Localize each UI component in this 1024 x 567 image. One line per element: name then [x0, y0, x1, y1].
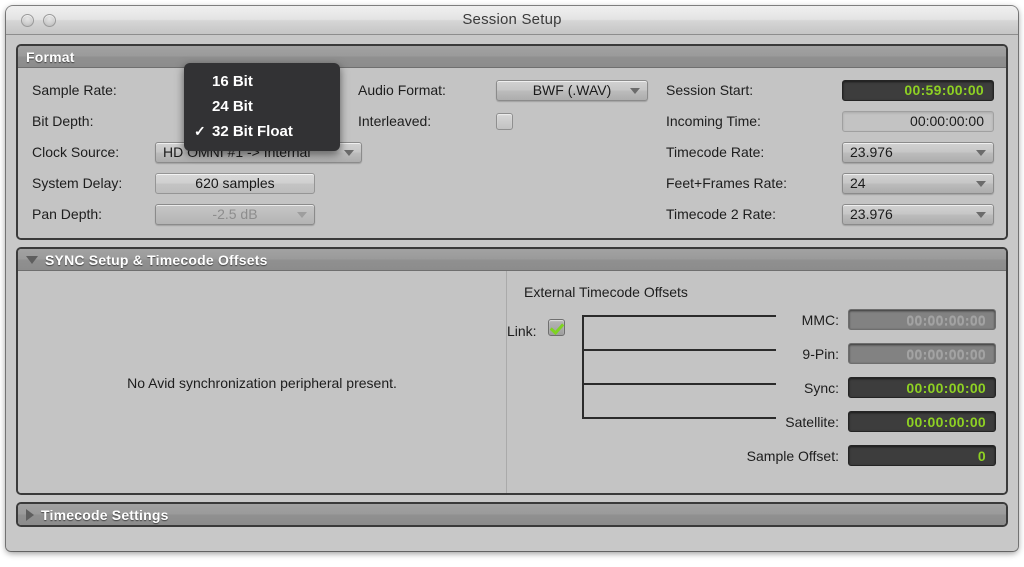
- pan-depth-label: Pan Depth:: [32, 206, 103, 222]
- timecode-rate-value: 23.976: [850, 144, 893, 160]
- menu-label-16-bit: 16 Bit: [212, 73, 253, 90]
- timecode-rate-row: Timecode Rate: 23.976: [666, 141, 1004, 163]
- pan-depth-row: Pan Depth: -2.5 dB: [32, 203, 362, 225]
- clock-source-label: Clock Source:: [32, 144, 120, 160]
- window-body: Format Sample Rate: Bit Depth: Clock Sou…: [6, 35, 1018, 551]
- system-delay-field[interactable]: 620 samples: [155, 172, 315, 194]
- feet-frames-rate-row: Feet+Frames Rate: 24: [666, 172, 1004, 194]
- timecode-settings-panel: Timecode Settings: [16, 502, 1008, 527]
- format-column-middle: Audio Format: BWF (.WAV) Interleaved:: [358, 79, 668, 141]
- audio-format-value: BWF (.WAV): [532, 82, 612, 98]
- satellite-value: 00:00:00:00: [906, 413, 986, 430]
- sync-status-message: No Avid synchronization peripheral prese…: [127, 375, 397, 391]
- chevron-down-icon: [297, 212, 307, 218]
- mmc-value: 00:00:00:00: [906, 311, 986, 328]
- interleaved-checkbox[interactable]: [496, 112, 513, 130]
- timecode-rate-popup[interactable]: 23.976: [842, 141, 994, 163]
- sync-value: 00:00:00:00: [906, 379, 986, 396]
- window-title: Session Setup: [462, 11, 562, 28]
- format-column-right: Session Start: 00:59:00:00 Incoming Time…: [666, 79, 1004, 234]
- system-delay-label: System Delay:: [32, 175, 123, 191]
- mmc-field: 00:00:00:00: [848, 309, 996, 330]
- triangle-down-icon[interactable]: [26, 255, 38, 264]
- satellite-label: Satellite:: [785, 413, 839, 430]
- mmc-label: MMC:: [801, 311, 839, 328]
- chevron-down-icon: [976, 181, 986, 187]
- chevron-down-icon: [976, 212, 986, 218]
- interleaved-label: Interleaved:: [358, 113, 432, 129]
- timecode2-rate-label: Timecode 2 Rate:: [666, 206, 776, 222]
- sync-panel-content: No Avid synchronization peripheral prese…: [18, 271, 1006, 493]
- satellite-field[interactable]: 00:00:00:00: [848, 411, 996, 432]
- system-delay-row: System Delay: 620 samples: [32, 172, 362, 194]
- session-start-label: Session Start:: [666, 82, 754, 98]
- timecode2-rate-row: Timecode 2 Rate: 23.976: [666, 203, 1004, 225]
- sample-offset-value: 0: [977, 447, 986, 464]
- format-panel-content: Sample Rate: Bit Depth: Clock Source: HD…: [18, 68, 1006, 238]
- timecode2-rate-value: 23.976: [850, 206, 893, 222]
- sync-label: Sync:: [803, 379, 839, 396]
- offset-row-sync: Sync: 00:00:00:00: [507, 377, 996, 398]
- incoming-time-value: 00:00:00:00: [910, 113, 984, 129]
- menu-label-32-bit-float: 32 Bit Float: [212, 123, 293, 140]
- chevron-down-icon: [344, 150, 354, 156]
- incoming-time-field: 00:00:00:00: [842, 110, 994, 132]
- sync-peripheral-area: No Avid synchronization peripheral prese…: [18, 271, 507, 493]
- 9pin-label: 9-Pin:: [802, 345, 839, 362]
- checkmark-icon: ✓: [194, 123, 206, 139]
- timecode2-rate-popup[interactable]: 23.976: [842, 203, 994, 225]
- sample-offset-label: Sample Offset:: [746, 447, 839, 464]
- timecode-rate-label: Timecode Rate:: [666, 144, 765, 160]
- chevron-down-icon: [976, 150, 986, 156]
- external-timecode-offsets-area: External Timecode Offsets Link: MMC: 00:…: [507, 271, 1006, 493]
- menu-item-32-bit-float[interactable]: ✓ 32 Bit Float: [184, 119, 340, 144]
- feet-frames-rate-popup[interactable]: 24: [842, 172, 994, 194]
- sync-panel-title: SYNC Setup & Timecode Offsets: [45, 251, 268, 268]
- interleaved-row: Interleaved:: [358, 110, 668, 132]
- sync-field[interactable]: 00:00:00:00: [848, 377, 996, 398]
- bit-depth-label: Bit Depth:: [32, 113, 94, 129]
- pan-depth-value: -2.5 dB: [212, 206, 258, 222]
- format-panel-header[interactable]: Format: [18, 46, 1006, 68]
- external-offsets-title: External Timecode Offsets: [524, 284, 688, 300]
- triangle-right-icon[interactable]: [26, 508, 34, 521]
- window-titlebar[interactable]: Session Setup: [6, 6, 1018, 35]
- audio-format-popup[interactable]: BWF (.WAV): [496, 79, 648, 101]
- format-panel: Format Sample Rate: Bit Depth: Clock Sou…: [16, 44, 1008, 240]
- audio-format-label: Audio Format:: [358, 82, 446, 98]
- feet-frames-rate-label: Feet+Frames Rate:: [666, 175, 787, 191]
- offsets-list: MMC: 00:00:00:00 9-Pin: 00:00:00:00 Sync…: [507, 309, 996, 479]
- offset-row-mmc: MMC: 00:00:00:00: [507, 309, 996, 330]
- audio-format-row: Audio Format: BWF (.WAV): [358, 79, 668, 101]
- 9pin-value: 00:00:00:00: [906, 345, 986, 362]
- 9pin-field: 00:00:00:00: [848, 343, 996, 364]
- menu-item-24-bit[interactable]: 24 Bit: [184, 94, 340, 119]
- sample-rate-label: Sample Rate:: [32, 82, 117, 98]
- offset-row-satellite: Satellite: 00:00:00:00: [507, 411, 996, 432]
- offset-row-sample-offset: Sample Offset: 0: [507, 445, 996, 466]
- sync-setup-panel: SYNC Setup & Timecode Offsets No Avid sy…: [16, 247, 1008, 495]
- system-delay-value: 620 samples: [195, 175, 275, 191]
- menu-label-24-bit: 24 Bit: [212, 98, 253, 115]
- pan-depth-popup[interactable]: -2.5 dB: [155, 203, 315, 225]
- menu-item-16-bit[interactable]: 16 Bit: [184, 69, 340, 94]
- session-start-value: 00:59:00:00: [904, 82, 984, 98]
- timecode-settings-title: Timecode Settings: [41, 506, 169, 523]
- sample-offset-field[interactable]: 0: [848, 445, 996, 466]
- session-start-row: Session Start: 00:59:00:00: [666, 79, 1004, 101]
- bit-depth-dropdown-menu[interactable]: 16 Bit 24 Bit ✓ 32 Bit Float: [184, 63, 340, 151]
- format-panel-title: Format: [26, 48, 75, 65]
- timecode-settings-header[interactable]: Timecode Settings: [18, 504, 1006, 525]
- offset-row-9pin: 9-Pin: 00:00:00:00: [507, 343, 996, 364]
- sync-panel-header[interactable]: SYNC Setup & Timecode Offsets: [18, 249, 1006, 271]
- chevron-down-icon: [630, 88, 640, 94]
- session-setup-window: Session Setup Format Sample Rate: Bit De…: [6, 6, 1018, 551]
- incoming-time-row: Incoming Time: 00:00:00:00: [666, 110, 1004, 132]
- session-start-field[interactable]: 00:59:00:00: [842, 79, 994, 101]
- feet-frames-rate-value: 24: [850, 175, 866, 191]
- incoming-time-label: Incoming Time:: [666, 113, 761, 129]
